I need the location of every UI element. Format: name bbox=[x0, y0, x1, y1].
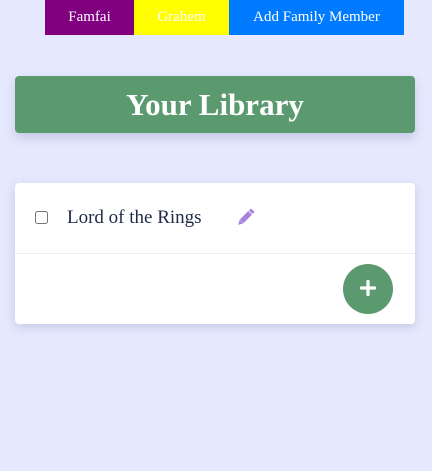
book-title: Lord of the Rings bbox=[67, 207, 202, 228]
add-book-button[interactable] bbox=[343, 264, 393, 314]
plus-icon bbox=[359, 279, 377, 300]
page-title: Your Library bbox=[126, 86, 304, 122]
family-tab-famfai[interactable]: Famfai bbox=[45, 0, 134, 35]
pencil-icon[interactable] bbox=[234, 206, 257, 229]
library-banner: Your Library bbox=[15, 76, 415, 133]
family-tab-label: Grahem bbox=[157, 9, 206, 25]
book-list-card: Lord of the Rings bbox=[15, 183, 415, 324]
book-list-item: Lord of the Rings bbox=[15, 183, 415, 254]
add-family-member-label: Add Family Member bbox=[253, 9, 380, 25]
family-tab-grahem[interactable]: Grahem bbox=[134, 0, 229, 35]
add-family-member-button[interactable]: Add Family Member bbox=[229, 0, 404, 35]
family-tabs: Famfai Grahem Add Family Member bbox=[45, 0, 404, 35]
family-tab-label: Famfai bbox=[68, 9, 111, 25]
book-checkbox[interactable] bbox=[35, 211, 48, 224]
